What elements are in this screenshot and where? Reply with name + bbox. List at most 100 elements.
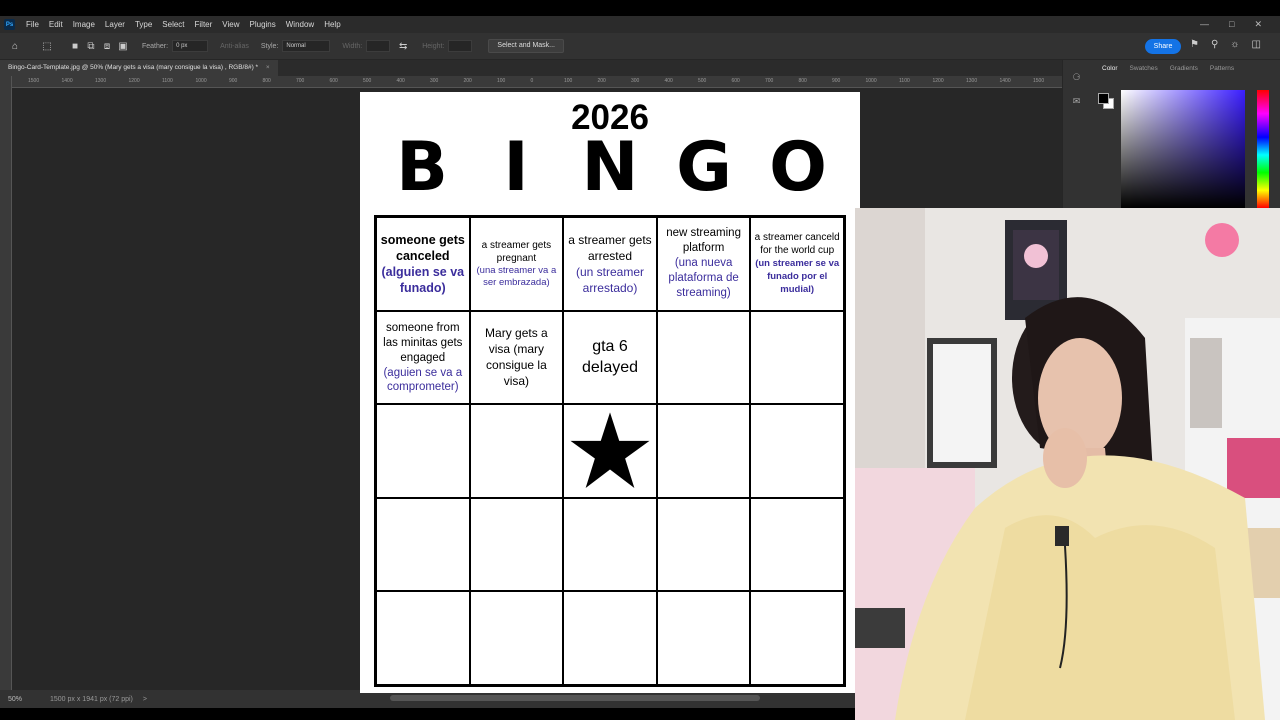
bingo-cell[interactable] — [656, 310, 751, 405]
anti-alias-checkbox[interactable]: Anti-alias — [220, 43, 249, 50]
ruler-number: 1300 — [966, 78, 978, 84]
webcam-overlay — [855, 208, 1280, 720]
horizontal-scrollbar[interactable] — [390, 695, 760, 701]
home-icon[interactable]: ⌂ — [8, 39, 22, 53]
cell-text-en: new streaming platform — [666, 227, 741, 255]
bingo-cell[interactable]: a streamer gets arrested (un streamer arr… — [563, 217, 657, 311]
foreground-color-swatch[interactable] — [1098, 93, 1109, 104]
ruler-number: 200 — [597, 78, 606, 84]
bingo-cell[interactable]: a streamer gets pregnant (una streamer va… — [469, 217, 564, 311]
cell-text-en: a streamer gets pregnant — [481, 239, 552, 264]
menu-help[interactable]: Help — [319, 20, 345, 29]
swap-icon[interactable]: ⇆ — [396, 39, 410, 53]
menu-edit[interactable]: Edit — [44, 20, 68, 29]
ruler-number: 800 — [798, 78, 807, 84]
bingo-grid: someone gets canceled (alguien se va funa… — [374, 215, 846, 687]
ruler-number: 1100 — [162, 78, 173, 84]
ruler-number: 500 — [363, 78, 372, 84]
bingo-letter: O — [769, 128, 827, 207]
hue-slider[interactable] — [1257, 90, 1269, 208]
feather-input[interactable]: 0 px — [172, 40, 209, 52]
marquee-tool-icon[interactable]: ⬚ — [40, 39, 54, 53]
bingo-cell[interactable] — [656, 497, 751, 592]
bingo-cell[interactable] — [750, 404, 844, 498]
bell-icon[interactable]: ⚑ — [1190, 39, 1199, 50]
cell-text-es: (un streamer se va funado por el mudial) — [755, 258, 840, 296]
bingo-cell[interactable] — [376, 591, 470, 685]
bingo-letter: I — [503, 128, 529, 207]
menu-window[interactable]: Window — [281, 20, 319, 29]
tab-patterns[interactable]: Patterns — [1204, 65, 1240, 72]
bingo-cell[interactable] — [750, 591, 844, 685]
bingo-cell[interactable] — [376, 404, 470, 498]
menu-filter[interactable]: Filter — [190, 20, 218, 29]
bingo-cell[interactable]: gta 6 delayed — [563, 310, 657, 405]
status-nav-arrow[interactable]: > — [143, 696, 147, 703]
bingo-cell[interactable]: new streaming platform (una nueva platafo… — [656, 217, 751, 311]
width-input[interactable] — [366, 40, 391, 52]
zoom-level[interactable]: 50% — [8, 696, 38, 703]
menu-view[interactable]: View — [217, 20, 244, 29]
tab-color[interactable]: Color — [1096, 65, 1124, 72]
new-selection-icon[interactable]: ■ — [68, 39, 82, 53]
bingo-cell[interactable] — [469, 404, 564, 498]
ruler-number: 1300 — [95, 78, 107, 84]
tab-swatches[interactable]: Swatches — [1124, 65, 1164, 72]
ruler-number: 600 — [329, 78, 338, 84]
bingo-document[interactable]: 2026 B I N G O someone gets canceled (alg… — [360, 92, 860, 693]
height-label: Height: — [422, 42, 445, 50]
ruler-number: 1200 — [932, 78, 944, 84]
add-selection-icon[interactable]: ⧉ — [84, 39, 98, 53]
cell-text-en: someone gets canceled — [380, 232, 465, 263]
history-icon[interactable]: ⚆ — [1070, 72, 1084, 84]
comments-icon[interactable]: ✉ — [1070, 96, 1084, 108]
subtract-selection-icon[interactable]: ⧈ — [100, 39, 114, 53]
bingo-cell[interactable] — [750, 310, 844, 405]
bingo-cell[interactable] — [656, 591, 751, 685]
intersect-selection-icon[interactable]: ▣ — [116, 39, 130, 53]
bingo-cell[interactable] — [563, 497, 657, 592]
ruler-number: 0 — [530, 78, 534, 84]
color-picker-field[interactable] — [1121, 90, 1245, 208]
bingo-cell[interactable]: someone from las minitas gets engaged (ag… — [376, 310, 470, 405]
bingo-cell[interactable]: a streamer canceld for the world cup (un … — [750, 217, 844, 311]
tab-gradients[interactable]: Gradients — [1164, 65, 1204, 72]
ruler-number: 500 — [698, 78, 707, 84]
cell-text-en: a streamer canceld for the world cup — [754, 232, 840, 257]
bingo-cell[interactable] — [469, 497, 564, 592]
cell-text-en: gta 6 delayed — [581, 338, 639, 377]
share-button[interactable]: Share — [1145, 39, 1181, 54]
bingo-cell[interactable] — [469, 591, 564, 685]
ruler-number: 1200 — [128, 78, 140, 84]
ruler-number: 1100 — [899, 78, 910, 84]
menu-bar: Ps File Edit Image Layer Type Select Fil… — [0, 16, 1280, 33]
bingo-cell[interactable]: someone gets canceled (alguien se va funa… — [376, 217, 470, 311]
bingo-cell[interactable] — [376, 497, 470, 592]
cell-text-es: (alguien se va funado) — [381, 264, 465, 295]
menu-type[interactable]: Type — [130, 20, 157, 29]
menu-image[interactable]: Image — [68, 20, 100, 29]
bingo-cell[interactable] — [750, 497, 844, 592]
style-select[interactable]: Normal — [282, 40, 331, 52]
bingo-free-space[interactable] — [563, 404, 657, 498]
menu-select[interactable]: Select — [157, 20, 189, 29]
bingo-cell[interactable]: Mary gets a visa (mary consigue la visa) — [469, 310, 564, 405]
bingo-cell[interactable] — [563, 591, 657, 685]
panel-tabs: Color Swatches Gradients Patterns — [1090, 60, 1280, 76]
bingo-letter: B — [396, 128, 448, 207]
menu-plugins[interactable]: Plugins — [245, 20, 281, 29]
minimize-icon[interactable]: — — [1200, 19, 1209, 30]
height-input[interactable] — [448, 40, 473, 52]
workspace-icon[interactable]: ◫ — [1251, 39, 1260, 50]
search-icon[interactable]: ⚲ — [1211, 39, 1218, 50]
lightbulb-icon[interactable]: ☼ — [1230, 39, 1239, 50]
select-and-mask-button[interactable]: Select and Mask... — [488, 39, 565, 53]
star-icon — [570, 412, 650, 488]
menu-layer[interactable]: Layer — [100, 20, 130, 29]
close-icon[interactable]: ✕ — [1254, 19, 1262, 30]
close-tab-icon[interactable]: × — [266, 64, 270, 71]
menu-file[interactable]: File — [21, 20, 44, 29]
bingo-cell[interactable] — [656, 404, 751, 498]
document-tab[interactable]: Bingo-Card-Template.jpg @ 50% (Mary gets… — [0, 60, 278, 76]
maximize-icon[interactable]: □ — [1229, 19, 1234, 30]
